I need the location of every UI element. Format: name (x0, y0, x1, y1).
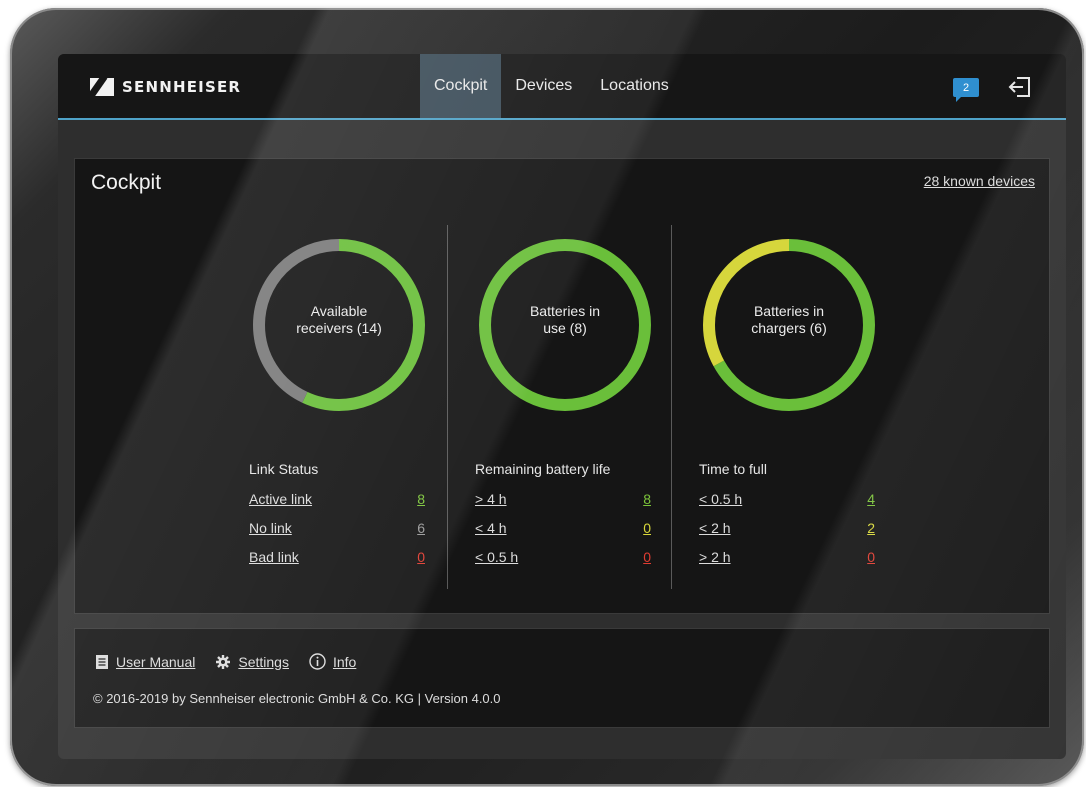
user-manual-label: User Manual (116, 653, 196, 670)
stat-value[interactable]: 0 (643, 549, 651, 578)
cockpit-panel: Cockpit 28 known devices Available recei… (74, 158, 1050, 614)
copyright-text: © 2016-2019 by Sennheiser electronic Gmb… (93, 691, 501, 706)
stats-title: Link Status (249, 461, 319, 477)
document-icon (96, 654, 108, 669)
brand: SENNHEISER (90, 78, 241, 96)
known-devices-link[interactable]: 28 known devices (924, 173, 1035, 189)
tab-devices[interactable]: Devices (501, 54, 586, 118)
message-icon[interactable]: 2 (953, 78, 979, 102)
stat-label[interactable]: < 4 h (475, 520, 507, 549)
stat-label[interactable]: > 2 h (699, 549, 731, 578)
stat-row: > 2 h 0 (699, 549, 875, 578)
stat-value[interactable]: 2 (867, 520, 875, 549)
stat-label[interactable]: > 4 h (475, 491, 507, 520)
donut-label-line: Batteries in (529, 303, 601, 319)
stat-value[interactable]: 8 (417, 491, 425, 520)
stat-label[interactable]: < 0.5 h (475, 549, 518, 578)
message-count-badge: 2 (962, 81, 970, 94)
stat-value[interactable]: 6 (417, 520, 425, 549)
stat-value[interactable]: 8 (643, 491, 651, 520)
stat-value[interactable]: 0 (867, 549, 875, 578)
settings-label: Settings (238, 653, 289, 670)
page-title: Cockpit (91, 171, 162, 194)
tab-cockpit[interactable]: Cockpit (420, 54, 502, 118)
stat-row: Bad link 0 (249, 549, 425, 578)
stat-row: < 4 h 0 (475, 520, 651, 549)
stat-row: No link 6 (249, 520, 425, 549)
top-bar: SENNHEISER Cockpit Devices Locations 2 (58, 54, 1066, 120)
user-manual-link[interactable]: User Manual (95, 654, 195, 670)
donut-label: Batteries in chargers (6) (729, 303, 849, 337)
stats-title: Remaining battery life (475, 461, 611, 477)
link-status-stats: Link Status Active link 8 No link 6 Bad … (249, 461, 425, 578)
stat-row: < 0.5 h 0 (475, 549, 651, 578)
stat-row: < 2 h 2 (699, 520, 875, 549)
stat-label[interactable]: Active link (249, 491, 312, 520)
stat-label[interactable]: Bad link (249, 549, 299, 578)
info-link[interactable]: Info (309, 653, 356, 670)
stat-label[interactable]: No link (249, 520, 292, 549)
column-divider (671, 225, 672, 589)
stat-row: Active link 8 (249, 491, 425, 520)
gear-icon (216, 654, 231, 669)
donut-label: Available receivers (14) (279, 303, 399, 337)
stat-value[interactable]: 0 (417, 549, 425, 578)
battery-life-stats: Remaining battery life > 4 h 8 < 4 h 0 <… (475, 461, 651, 578)
tab-locations[interactable]: Locations (586, 54, 683, 118)
sennheiser-logo-icon (90, 78, 114, 96)
stat-value[interactable]: 0 (643, 520, 651, 549)
column-divider (447, 225, 448, 589)
footer-links: User Manual Settings Info (95, 653, 356, 670)
stat-row: < 0.5 h 4 (699, 491, 875, 520)
stats-title: Time to full (699, 461, 767, 477)
donut-label-line: use (8) (543, 320, 587, 336)
settings-link[interactable]: Settings (215, 654, 289, 670)
info-label: Info (332, 653, 357, 670)
stat-label[interactable]: < 0.5 h (699, 491, 742, 520)
footer: User Manual Settings Info © 2016-2019 by… (74, 628, 1050, 728)
donut-label: Batteries in use (8) (505, 303, 625, 337)
info-icon (309, 653, 326, 670)
main-nav: Cockpit Devices Locations (420, 54, 683, 118)
stat-row: > 4 h 8 (475, 491, 651, 520)
donut-label-line: Available (310, 303, 368, 319)
logout-icon[interactable] (1008, 76, 1032, 98)
donut-label-line: Batteries in (753, 303, 825, 319)
brand-name: SENNHEISER (122, 78, 242, 96)
donut-label-line: chargers (6) (751, 320, 827, 336)
donut-label-line: receivers (14) (296, 320, 382, 336)
tablet-frame: SENNHEISER Cockpit Devices Locations 2 C… (10, 8, 1084, 786)
app-screen: SENNHEISER Cockpit Devices Locations 2 C… (58, 54, 1066, 759)
stat-value[interactable]: 4 (867, 491, 875, 520)
time-to-full-stats: Time to full < 0.5 h 4 < 2 h 2 > 2 h 0 (699, 461, 875, 578)
stat-label[interactable]: < 2 h (699, 520, 731, 549)
